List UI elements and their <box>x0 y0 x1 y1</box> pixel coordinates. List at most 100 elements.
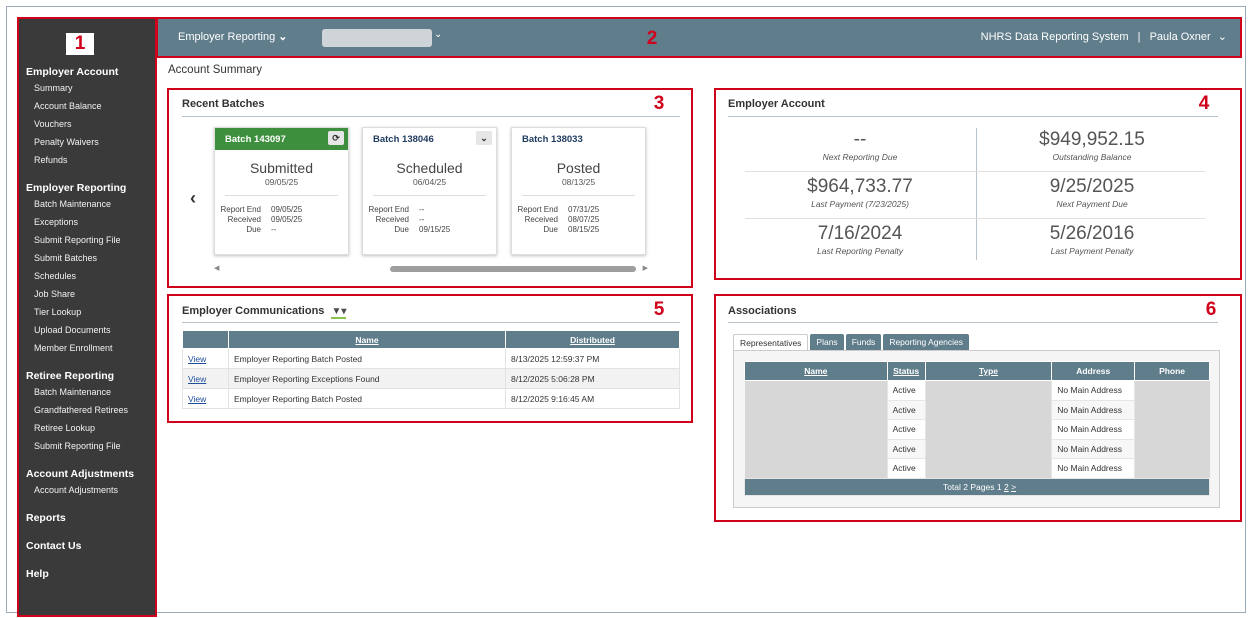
association-status: Active <box>886 419 926 440</box>
sidebar-item-batch-maintenance[interactable]: Batch Maintenance <box>18 383 156 401</box>
divider <box>728 322 1218 323</box>
batch-status: Submitted <box>249 160 314 176</box>
divider <box>182 322 680 323</box>
pagination: Total 2 Pages 1 2 > <box>744 477 1210 496</box>
divider <box>182 116 680 117</box>
column-header-distributed[interactable]: Distributed <box>505 330 680 349</box>
sidebar-item-vouchers[interactable]: Vouchers <box>18 115 156 133</box>
horizontal-scrollbar[interactable]: ◀ ▶ <box>214 265 648 272</box>
account-metric-label: Last Payment Penalty <box>1050 246 1134 256</box>
employer-account-title: Employer Account <box>728 98 825 110</box>
batch-card[interactable]: Batch 143097 ⟳ Submitted 09/05/25 Report… <box>214 127 349 255</box>
table-row: View Employer Reporting Batch Posted 8/1… <box>182 388 680 409</box>
batch-status-date: 08/13/25 <box>561 177 596 187</box>
employer-select[interactable] <box>322 29 432 47</box>
redacted-phone <box>1134 380 1210 478</box>
scroll-right-icon[interactable]: ▶ <box>643 265 648 272</box>
next-page-link[interactable]: > <box>1011 482 1016 492</box>
sidebar-item-batch-maintenance[interactable]: Batch Maintenance <box>18 195 156 213</box>
system-name: NHRS Data Reporting System <box>980 31 1129 43</box>
association-address: No Main Address <box>1051 458 1136 479</box>
sidebar-item-exceptions[interactable]: Exceptions <box>18 213 156 231</box>
batch-card-header: Batch 138033 <box>512 128 645 150</box>
divider <box>745 218 1205 219</box>
callout-number-4: 4 <box>1198 93 1210 114</box>
sidebar-section-retiree-reporting[interactable]: Retiree Reporting <box>18 369 156 383</box>
account-metric-label: Last Payment (7/23/2025) <box>811 199 909 209</box>
sidebar-nav: Employer Account Summary Account Balance Vo… <box>18 17 156 615</box>
sidebar-section-help[interactable]: Help <box>18 567 156 581</box>
page-link[interactable]: 2 <box>1004 482 1009 492</box>
sidebar-section-employer-reporting[interactable]: Employer Reporting <box>18 181 156 195</box>
sidebar-item-submit-batches[interactable]: Submit Batches <box>18 249 156 267</box>
tab-funds[interactable]: Funds <box>845 334 882 351</box>
chevron-down-icon: ⌄ <box>1217 31 1227 43</box>
employer-reporting-menu[interactable]: Employer Reporting ⌄ <box>178 30 288 43</box>
sidebar-item-member-enrollment[interactable]: Member Enrollment <box>18 339 156 357</box>
received-label: Received <box>524 215 558 224</box>
batch-card[interactable]: Batch 138033 Posted 08/13/25 Report End 0… <box>511 127 646 255</box>
communication-name: Employer Reporting Exceptions Found <box>228 368 506 389</box>
sidebar-item-refunds[interactable]: Refunds <box>18 151 156 169</box>
column-header-name[interactable]: Name <box>228 330 506 349</box>
sidebar-item-schedules[interactable]: Schedules <box>18 267 156 285</box>
communications-title-text: Employer Communications <box>182 305 325 317</box>
associations-title: Associations <box>728 305 797 317</box>
sidebar-item-penalty-waivers[interactable]: Penalty Waivers <box>18 133 156 151</box>
sidebar-item-tier-lookup[interactable]: Tier Lookup <box>18 303 156 321</box>
received-value: 08/07/25 <box>568 215 600 224</box>
association-status: Active <box>886 458 926 479</box>
tab-representatives[interactable]: Representatives <box>733 334 809 351</box>
batch-status: Posted <box>556 160 601 176</box>
association-address: No Main Address <box>1051 438 1136 459</box>
column-header-name[interactable]: Name <box>744 361 888 381</box>
chevron-down-icon: ⌄ <box>278 31 288 43</box>
scrollbar-thumb[interactable] <box>390 266 636 272</box>
account-metric-value: -- <box>853 129 867 150</box>
user-menu[interactable]: NHRS Data Reporting System | Paula Oxner… <box>981 30 1227 43</box>
chevron-down-icon[interactable]: ⌄ <box>434 29 442 40</box>
account-metric-value: $949,952.15 <box>1039 129 1145 150</box>
batch-card-header: Batch 138046 ⌄ <box>363 128 496 150</box>
view-link[interactable]: View <box>188 374 206 384</box>
batch-card[interactable]: Batch 138046 ⌄ Scheduled 06/04/25 Report… <box>362 127 497 255</box>
column-header-address: Address <box>1051 361 1136 381</box>
sidebar-item-submit-reporting-file[interactable]: Submit Reporting File <box>18 231 156 249</box>
sidebar-section-employer-account[interactable]: Employer Account <box>18 65 156 79</box>
report-end-value: 07/31/25 <box>568 205 600 214</box>
sidebar-section-reports[interactable]: Reports <box>18 511 156 525</box>
batch-status: Scheduled <box>396 160 463 176</box>
communication-distributed: 8/13/2025 12:59:37 PM <box>505 348 680 369</box>
column-header-type[interactable]: Type <box>924 361 1053 381</box>
chevron-down-icon[interactable]: ⌄ <box>476 131 492 145</box>
recent-batches-title: Recent Batches <box>182 98 265 110</box>
sidebar-section-contact-us[interactable]: Contact Us <box>18 539 156 553</box>
association-status: Active <box>886 399 926 420</box>
account-metric-label: Last Reporting Penalty <box>817 246 903 256</box>
sidebar-item-job-share[interactable]: Job Share <box>18 285 156 303</box>
tab-plans[interactable]: Plans <box>810 334 844 351</box>
chevron-left-icon[interactable]: ‹ <box>190 188 196 209</box>
sidebar-section-account-adjustments[interactable]: Account Adjustments <box>18 467 156 481</box>
sidebar-item-grandfathered-retirees[interactable]: Grandfathered Retirees <box>18 401 156 419</box>
account-metric-label: Outstanding Balance <box>1052 152 1132 162</box>
sidebar-item-retiree-lookup[interactable]: Retiree Lookup <box>18 419 156 437</box>
view-link[interactable]: View <box>188 354 206 364</box>
association-status: Active <box>886 380 926 401</box>
scroll-left-icon[interactable]: ◀ <box>214 265 219 272</box>
sidebar-item-summary[interactable]: Summary <box>18 79 156 97</box>
refresh-icon[interactable]: ⟳ <box>328 131 344 145</box>
view-link[interactable]: View <box>188 394 206 404</box>
batch-name: Batch 138033 <box>522 134 583 145</box>
association-address: No Main Address <box>1051 380 1136 401</box>
account-metric-label: Next Reporting Due <box>822 152 898 162</box>
sidebar-item-account-adjustments[interactable]: Account Adjustments <box>18 481 156 499</box>
account-metric: $949,952.15 Outstanding Balance <box>977 129 1207 162</box>
sidebar-item-account-balance[interactable]: Account Balance <box>18 97 156 115</box>
sidebar-item-upload-documents[interactable]: Upload Documents <box>18 321 156 339</box>
column-header-status[interactable]: Status <box>886 361 926 381</box>
filter-icon[interactable]: ▼▾ <box>331 306 347 319</box>
sidebar-item-submit-reporting-file[interactable]: Submit Reporting File <box>18 437 156 455</box>
tab-reporting-agencies[interactable]: Reporting Agencies <box>883 334 970 351</box>
account-metric-value: $964,733.77 <box>807 176 913 197</box>
